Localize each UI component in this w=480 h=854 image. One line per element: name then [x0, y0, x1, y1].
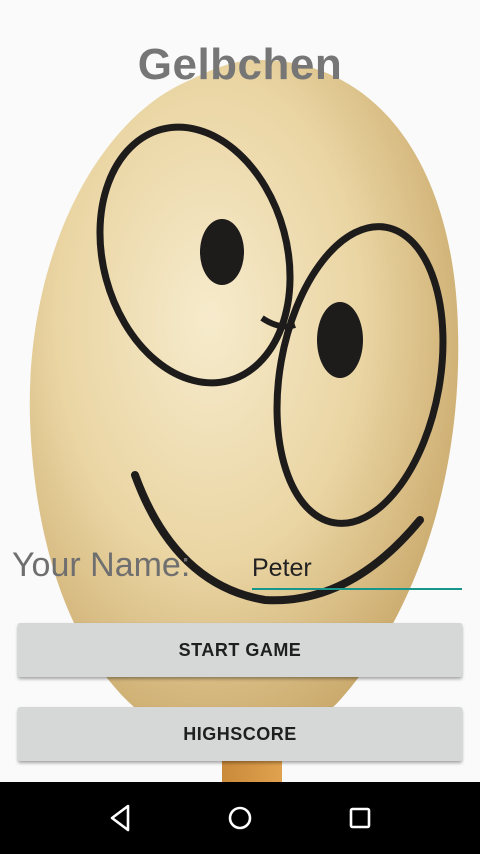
your-name-label: Your Name: [12, 546, 191, 584]
system-navigation-bar [0, 782, 480, 854]
highscore-button[interactable]: HIGHSCORE [18, 707, 462, 761]
main-screen: Gelbchen Your Name: START GAME HIGHSCORE [0, 0, 480, 854]
start-game-button[interactable]: START GAME [18, 623, 462, 677]
name-input[interactable] [252, 548, 462, 590]
back-triangle-icon[interactable] [102, 800, 138, 836]
app-title: Gelbchen [137, 40, 343, 89]
recents-square-icon[interactable] [342, 800, 378, 836]
home-circle-icon[interactable] [222, 800, 258, 836]
